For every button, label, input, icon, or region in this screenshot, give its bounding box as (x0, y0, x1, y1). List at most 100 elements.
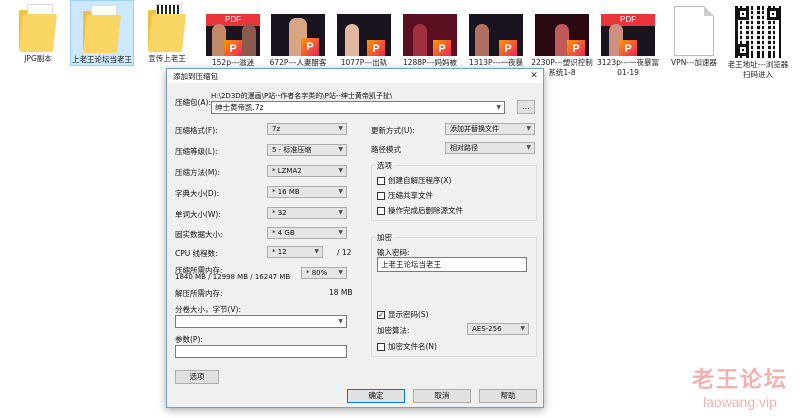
level-select[interactable]: 5 - 标准压缩 ▼ (267, 144, 347, 156)
dictionary-select[interactable]: * 16 MB ▼ (267, 186, 347, 198)
chevron-down-icon: ▼ (338, 167, 343, 174)
shared-files-checkbox-label: 压缩共享文件 (388, 191, 433, 200)
archive-path-text: H:\2D3D的漫画\P站--作者名字类的\P站--绅士黄帝凯子扯\ (211, 92, 393, 100)
pdf-thumbnail-icon: P (337, 14, 391, 56)
pdf-item[interactable]: P 2230P---塑识控制系统1-8 (530, 0, 594, 78)
chevron-down-icon[interactable]: ▼ (338, 316, 343, 327)
cpu-threads-select[interactable]: * 12 ▼ (267, 246, 323, 258)
pdf-item[interactable]: P 1288P---妈妈被 (398, 0, 462, 68)
pdf-thumbnail-icon: P (535, 14, 589, 56)
method-value: * LZMA2 (272, 167, 302, 175)
params-input[interactable] (175, 345, 347, 358)
file-label: 老王地址---浏览器扫码进入 (727, 60, 789, 79)
pdf-thumbnail-icon: PDF P (601, 14, 655, 56)
watermark-url: laowang.vip (703, 394, 777, 410)
pdf-item[interactable]: PDF P 152p---滋迷 (201, 0, 265, 68)
archive-name-input[interactable]: 绅士黄帝凯.7z ▼ (211, 101, 505, 114)
pdf-item[interactable]: P 672P---人妻醋客 (266, 0, 330, 68)
folder-icon (83, 5, 121, 53)
chevron-down-icon: ▼ (338, 188, 343, 195)
ok-button[interactable]: 确定 (347, 389, 405, 403)
format-select[interactable]: 7z ▼ (267, 123, 347, 135)
sfx-checkbox-label: 创建自解压程序(X) (388, 176, 452, 185)
path-mode-value: 相对路径 (450, 144, 478, 152)
chevron-down-icon: ▼ (520, 325, 525, 332)
cancel-button[interactable]: 取消 (413, 389, 471, 403)
file-label: VPN---加速器 (671, 58, 717, 67)
chevron-down-icon[interactable]: ▼ (496, 102, 501, 113)
solid-block-value: * 4 GB (272, 229, 295, 237)
dictionary-label: 字典大小(D): (175, 189, 220, 198)
chevron-down-icon: ▼ (338, 125, 343, 132)
password-input[interactable]: 上老王论坛当老王 (377, 257, 527, 272)
word-size-value: * 32 (272, 209, 287, 217)
pdf-thumbnail-icon: P (469, 14, 523, 56)
method-select[interactable]: * LZMA2 ▼ (267, 165, 347, 177)
folder-item[interactable]: 上老王论坛当老王 (70, 0, 134, 66)
doc-item[interactable]: VPN---加速器 (662, 0, 726, 68)
dialog-titlebar: 添加到压缩包 ✕ (167, 69, 543, 83)
solid-block-select[interactable]: * 4 GB ▼ (267, 227, 347, 239)
path-mode-select[interactable]: 相对路径 ▼ (445, 142, 535, 154)
decompress-memory-label: 解压所需内存: (175, 289, 223, 298)
file-label: 3123p---一夜暴富01-19 (597, 58, 659, 77)
sfx-checkbox[interactable]: 创建自解压程序(X) (377, 175, 452, 186)
word-size-select[interactable]: * 32 ▼ (267, 207, 347, 219)
pdf-item[interactable]: PDF P 3123p---一夜暴富01-19 (596, 0, 660, 78)
qr-code-icon (735, 6, 781, 58)
update-mode-select[interactable]: 添加并替换文件 ▼ (445, 123, 535, 135)
file-label: 152p---滋迷 (211, 58, 255, 67)
format-value: 7z (272, 125, 281, 133)
password-value: 上老王论坛当老王 (381, 260, 441, 269)
encrypt-names-checkbox[interactable]: 加密文件名(N) (377, 341, 437, 352)
site-watermark: 老王论坛 laowang.vip (692, 362, 788, 410)
archive-name-value: 绅士黄帝凯.7z (215, 103, 264, 112)
browse-button[interactable]: ... (517, 100, 535, 114)
chevron-down-icon: ▼ (338, 146, 343, 153)
file-label: 1288P---妈妈被 (402, 58, 458, 67)
split-size-label: 分卷大小，字节(V): (175, 305, 242, 314)
options-button[interactable]: 选项 (175, 370, 219, 384)
file-label: 1313P---一夜暴 (468, 58, 524, 67)
path-mode-label: 路径模式 (371, 145, 401, 154)
cpu-threads-total: / 12 (337, 248, 352, 257)
image-item[interactable]: 老王地址---浏览器扫码进入 (726, 0, 790, 80)
chevron-down-icon: ▼ (338, 229, 343, 236)
dictionary-value: * 16 MB (272, 188, 300, 196)
dialog-title: 添加到压缩包 (173, 71, 218, 81)
add-to-archive-dialog: 添加到压缩包 ✕ 压缩包(A): H:\2D3D的漫画\P站--作者名字类的\P… (166, 68, 544, 408)
level-label: 压缩等级(L): (175, 147, 218, 156)
pdf-item[interactable]: P 1313P---一夜暴 (464, 0, 528, 68)
help-button[interactable]: 帮助 (479, 389, 537, 403)
file-label: 上老王论坛当老王 (72, 55, 132, 64)
close-icon[interactable]: ✕ (525, 71, 543, 81)
chevron-down-icon: ▼ (526, 125, 531, 132)
file-label: 宣传上老王 (148, 54, 186, 63)
shared-files-checkbox[interactable]: 压缩共享文件 (377, 190, 433, 201)
memory-percent-select[interactable]: * 80% ▼ (301, 267, 347, 279)
pdf-item[interactable]: P 1077P---出轨 (332, 0, 396, 68)
params-label: 参数(P): (175, 335, 203, 344)
checkbox-icon (377, 206, 385, 215)
file-label: JPG副本 (24, 54, 52, 63)
format-label: 压缩格式(F): (175, 126, 218, 135)
folder-item[interactable]: 宣传上老王 (135, 0, 199, 64)
cpu-threads-value: * 12 (272, 248, 287, 256)
cpu-threads-label: CPU 线程数: (175, 249, 218, 258)
folder-item[interactable]: JPG副本 (6, 0, 70, 64)
delete-after-checkbox[interactable]: 操作完成后删除源文件 (377, 205, 463, 216)
show-password-label: 显示密码(S) (388, 310, 429, 319)
pdf-thumbnail-icon: P (403, 14, 457, 56)
delete-after-checkbox-label: 操作完成后删除源文件 (388, 206, 463, 215)
pdf-thumbnail-icon: P (271, 14, 325, 56)
show-password-checkbox[interactable]: ✓ 显示密码(S) (377, 309, 429, 320)
solid-block-label: 固实数据大小: (175, 230, 223, 239)
split-size-input[interactable]: ▼ (175, 315, 347, 328)
file-label: 672P---人妻醋客 (269, 58, 327, 67)
memory-percent-value: * 80% (306, 269, 328, 277)
file-label: 1077P---出轨 (340, 58, 388, 67)
encryption-method-value: AES-256 (472, 325, 502, 333)
encryption-method-select[interactable]: AES-256 ▼ (467, 323, 529, 335)
chevron-down-icon: ▼ (338, 269, 343, 276)
checkmark-icon: ✓ (377, 310, 385, 319)
